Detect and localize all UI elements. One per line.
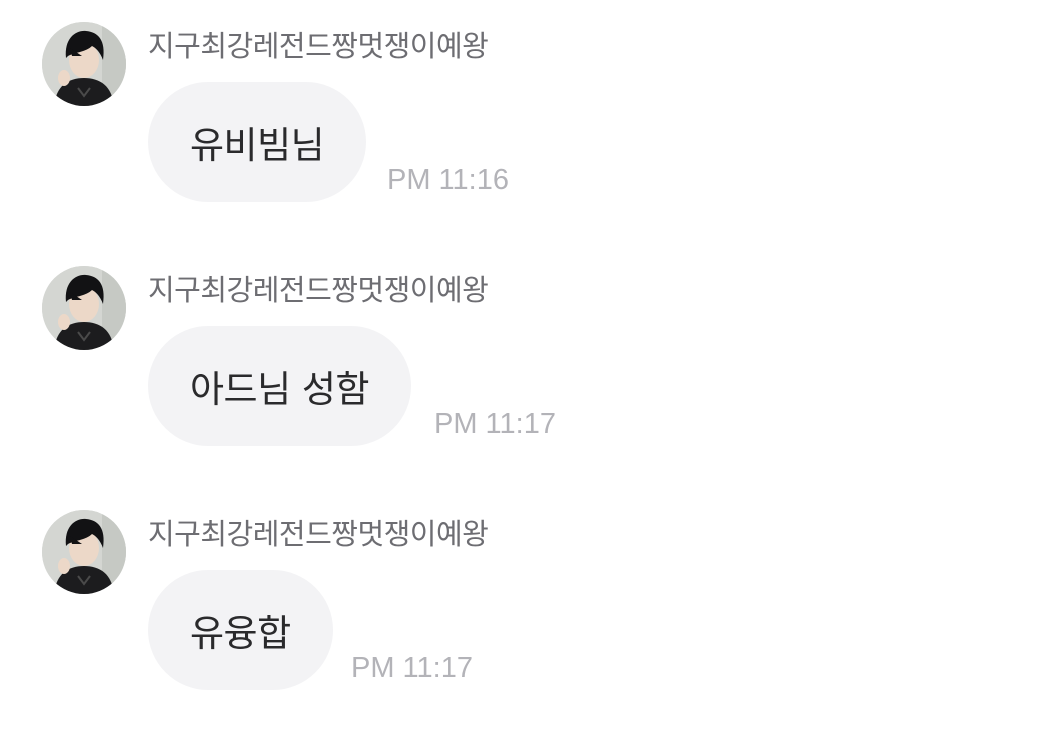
sender-name: 지구최강레전드짱멋쟁이예왕 bbox=[148, 517, 489, 551]
message-text: 아드님 성함 bbox=[190, 368, 369, 411]
avatar[interactable] bbox=[42, 266, 126, 350]
message-text: 유비빔님 bbox=[190, 124, 325, 167]
message-bubble[interactable]: 유비빔님 bbox=[148, 82, 367, 202]
avatar[interactable] bbox=[42, 510, 126, 594]
message-timestamp: PM 11:16 bbox=[387, 164, 509, 196]
profile-photo-icon bbox=[42, 510, 126, 594]
message-text: 유융합 bbox=[190, 612, 291, 655]
profile-photo-icon bbox=[42, 266, 126, 350]
sender-name: 지구최강레전드짱멋쟁이예왕 bbox=[148, 273, 489, 307]
message-timestamp: PM 11:17 bbox=[434, 408, 556, 440]
message-group: 지구최강레전드짱멋쟁이예왕 유융합 PM 11:17 bbox=[0, 488, 1057, 690]
message-timestamp: PM 11:17 bbox=[351, 652, 473, 684]
message-group: 지구최강레전드짱멋쟁이예왕 아드님 성함 PM 11:17 bbox=[0, 244, 1057, 446]
message-group: 지구최강레전드짱멋쟁이예왕 유비빔님 PM 11:16 bbox=[0, 0, 1057, 202]
avatar[interactable] bbox=[42, 22, 126, 106]
message-bubble[interactable]: 아드님 성함 bbox=[148, 326, 411, 446]
profile-photo-icon bbox=[42, 22, 126, 106]
message-bubble[interactable]: 유융합 bbox=[148, 570, 333, 690]
sender-name: 지구최강레전드짱멋쟁이예왕 bbox=[148, 29, 489, 63]
